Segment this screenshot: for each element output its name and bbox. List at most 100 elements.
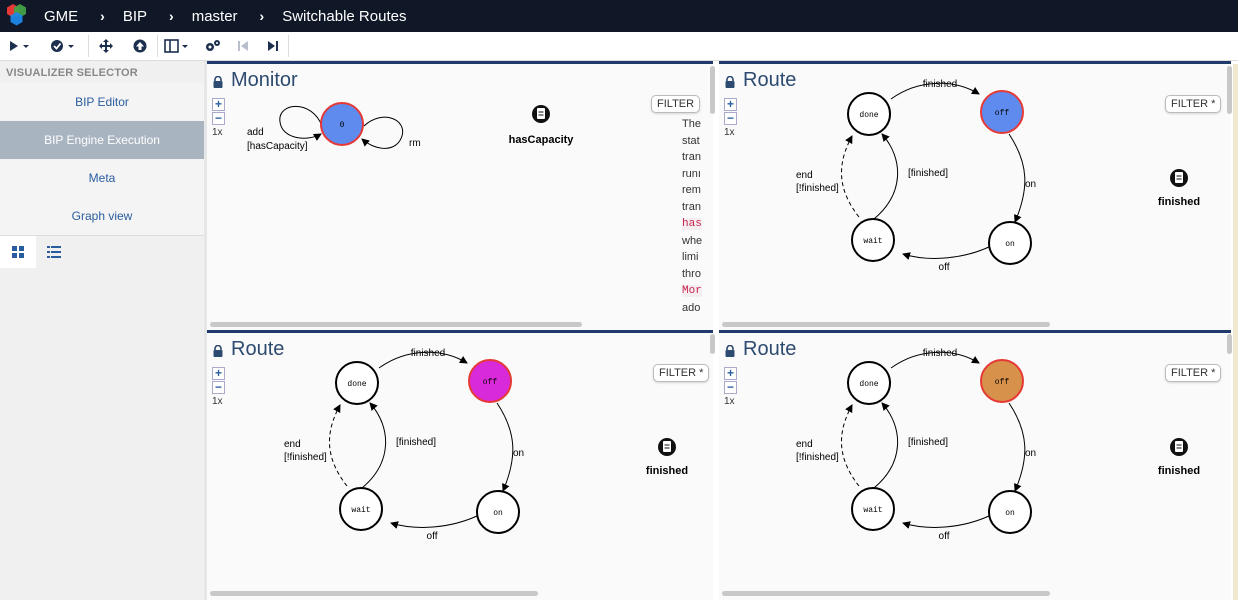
route-panel: Route + − 1x FILTER * done off on wait f… — [719, 333, 1231, 600]
breadcrumb-branch[interactable]: master — [192, 8, 238, 25]
doc-line: The — [682, 118, 701, 130]
step-back-icon[interactable] — [228, 32, 258, 61]
transition-label: off — [939, 531, 950, 542]
transition-label: [!finished] — [796, 183, 839, 194]
badge-icon — [532, 105, 550, 123]
play-icon[interactable] — [0, 32, 40, 61]
state-label: on — [1005, 240, 1015, 249]
transition-rm-label: rm — [409, 138, 421, 149]
vertical-scrollbar[interactable] — [710, 334, 715, 354]
layout-icon[interactable] — [158, 32, 198, 61]
state-label: wait — [863, 237, 882, 246]
transition-rm[interactable] — [361, 116, 404, 149]
toolbar-divider — [288, 35, 289, 57]
doc-line: whe — [682, 234, 703, 247]
state-label: done — [859, 380, 878, 389]
badge-icon — [1170, 169, 1188, 187]
documentation-pane: The stat tran runı rem tran has whe limi… — [682, 116, 712, 326]
project-title[interactable]: GME — [44, 8, 78, 25]
transition-finished-guard[interactable] — [361, 402, 387, 489]
route-graph: done off on wait finished on off [finish… — [796, 348, 1200, 542]
transition-on[interactable] — [1008, 133, 1026, 223]
doc-line: runı — [682, 167, 701, 180]
state-label: off — [995, 109, 1010, 118]
transition-off[interactable] — [902, 514, 992, 529]
horizontal-scrollbar[interactable] — [722, 591, 1050, 596]
transition-label: finished — [411, 348, 445, 359]
transition-label: on — [513, 448, 524, 459]
visualizer-selector-title: VISUALIZER SELECTOR — [6, 67, 138, 79]
layout-tabs — [0, 235, 204, 268]
gears-icon[interactable] — [198, 32, 228, 61]
grid-view-icon[interactable] — [0, 235, 36, 268]
transition-label: [!finished] — [796, 452, 839, 463]
badge-label: finished — [1158, 196, 1200, 208]
transition-end[interactable] — [841, 404, 860, 487]
doc-line: ado — [682, 301, 701, 314]
horizontal-scrollbar[interactable] — [722, 322, 1050, 327]
transition-end[interactable] — [329, 404, 348, 487]
horizontal-scrollbar[interactable] — [210, 591, 538, 596]
vertical-scrollbar[interactable] — [710, 66, 715, 114]
badge-label: hasCapacity — [509, 134, 575, 146]
transition-label: finished — [923, 79, 957, 90]
upload-icon[interactable] — [123, 32, 157, 61]
route-graph: done off on wait finished on off [finish… — [284, 348, 688, 542]
state-label: wait — [351, 506, 370, 515]
state-label: off — [995, 378, 1010, 387]
doc-line: rem — [682, 184, 701, 196]
move-icon[interactable] — [89, 32, 123, 61]
breadcrumb-project[interactable]: BIP — [123, 8, 147, 25]
transition-label: [finished] — [908, 437, 948, 448]
transition-on[interactable] — [496, 402, 514, 492]
transition-off[interactable] — [390, 514, 480, 529]
step-forward-icon[interactable] — [258, 32, 288, 61]
chevron-right-icon: › — [259, 8, 265, 24]
list-view-icon[interactable] — [36, 236, 72, 268]
breadcrumb-node[interactable]: Switchable Routes — [282, 8, 406, 25]
visualizer-bip-engine-execution[interactable]: BIP Engine Execution — [0, 121, 204, 159]
monitor-panel: Monitor + − 1x FILTER 0 add [hasCapacity… — [207, 64, 713, 330]
gme-logo[interactable] — [0, 0, 38, 32]
transition-finished-guard[interactable] — [873, 133, 899, 220]
state-label: on — [1005, 509, 1015, 518]
visualizer-bip-editor[interactable]: BIP Editor — [0, 83, 204, 121]
doc-line: thro — [682, 267, 701, 280]
check-icon[interactable] — [40, 32, 88, 61]
visualizer-selector: VISUALIZER SELECTOR BIP Editor BIP Engin… — [0, 61, 204, 600]
transition-label: [finished] — [908, 168, 948, 179]
horizontal-scrollbar[interactable] — [210, 322, 582, 327]
transition-finished-guard[interactable] — [873, 402, 899, 489]
route-panel: Route + − 1x FILTER * done off on wait f… — [719, 64, 1231, 330]
transition-add[interactable] — [279, 105, 323, 141]
badge-label: finished — [1158, 465, 1200, 477]
transition-on[interactable] — [1008, 402, 1026, 492]
badge-icon — [1170, 438, 1188, 456]
chevron-right-icon: › — [100, 8, 105, 24]
transition-off[interactable] — [902, 245, 992, 260]
transition-label: on — [1025, 179, 1036, 190]
breadcrumb: › BIP › master › Switchable Routes — [78, 8, 406, 25]
doc-line: tran — [682, 151, 701, 163]
doc-line: tran — [682, 200, 701, 213]
transition-label: off — [939, 262, 950, 273]
visualizer-graph-view[interactable]: Graph view — [0, 197, 204, 235]
transition-add-label: add — [247, 127, 264, 138]
transition-label: end — [284, 439, 301, 450]
vertical-scrollbar[interactable] — [1227, 66, 1232, 114]
transition-label: [!finished] — [284, 452, 327, 463]
visualizer-meta[interactable]: Meta — [0, 159, 204, 197]
outer-scroll-track — [1233, 64, 1238, 600]
state-label: 0 — [340, 121, 345, 130]
transition-end[interactable] — [841, 135, 860, 218]
vertical-scrollbar[interactable] — [1227, 334, 1232, 354]
doc-code: Mor — [682, 285, 702, 297]
top-navbar: GME › BIP › master › Switchable Routes — [0, 0, 1238, 32]
badge-icon — [658, 438, 676, 456]
doc-code: has — [682, 218, 702, 230]
state-label: done — [859, 111, 878, 120]
state-label: wait — [863, 506, 882, 515]
doc-line: stat — [682, 134, 700, 147]
transition-label: end — [796, 170, 813, 181]
transition-add-guard: [hasCapacity] — [247, 141, 308, 152]
